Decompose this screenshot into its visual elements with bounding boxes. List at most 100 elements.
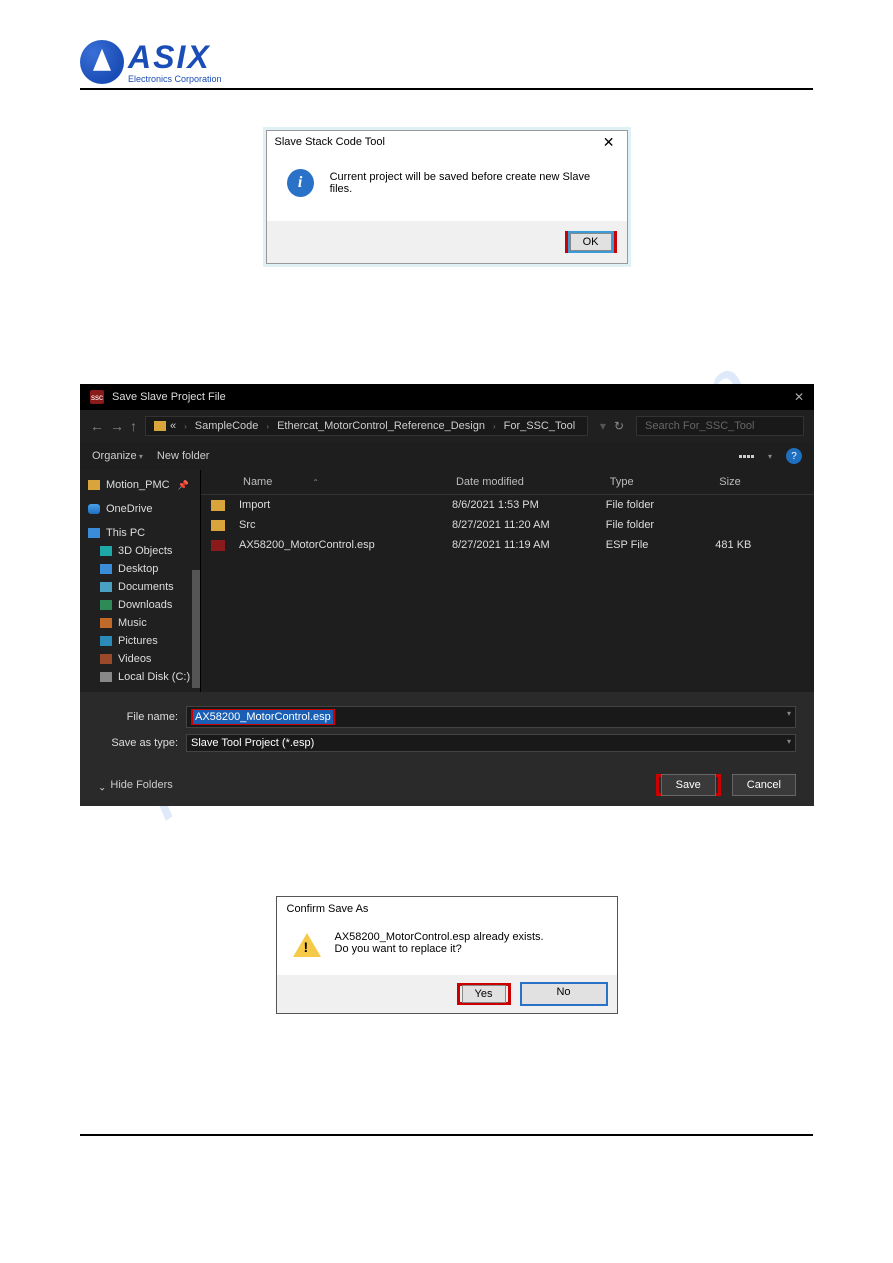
folder-icon: [211, 500, 225, 511]
sidebar-item-downloads[interactable]: Downloads: [80, 596, 200, 614]
file-type: ESP File: [606, 539, 710, 551]
search-input[interactable]: Search For_SSC_Tool: [636, 416, 804, 436]
sidebar-item-local-disk[interactable]: Local Disk (C:): [80, 668, 200, 686]
sidebar-item-label: 3D Objects: [118, 545, 172, 557]
sidebar-item-label: Desktop: [118, 563, 158, 575]
esp-file-icon: [211, 540, 225, 551]
nav-forward-icon[interactable]: →: [110, 418, 124, 434]
file-size: 481 KB: [715, 539, 804, 551]
folder-icon: [88, 480, 100, 490]
desktop-icon: [100, 564, 112, 574]
downloads-icon: [100, 600, 112, 610]
folder-icon: [154, 421, 166, 431]
sidebar-item-pictures[interactable]: Pictures: [80, 632, 200, 650]
save-type-select[interactable]: Slave Tool Project (*.esp) ▾: [186, 734, 796, 752]
page-header: ASIX Electronics Corporation: [80, 40, 813, 90]
column-size[interactable]: Size: [715, 474, 804, 490]
footer-divider: [80, 1134, 813, 1136]
file-name-input[interactable]: AX58200_MotorControl.esp ▾: [186, 706, 796, 728]
file-name-value: AX58200_MotorControl.esp: [193, 710, 333, 724]
file-name: AX58200_MotorControl.esp: [239, 539, 446, 551]
brand-logo: ASIX Electronics Corporation: [80, 40, 813, 84]
save-button[interactable]: Save: [661, 774, 716, 796]
file-row[interactable]: Src 8/27/2021 11:20 AM File folder: [201, 515, 814, 535]
pictures-icon: [100, 636, 112, 646]
sidebar-item-documents[interactable]: Documents: [80, 578, 200, 596]
file-name: Import: [239, 499, 446, 511]
brand-subtitle: Electronics Corporation: [128, 75, 222, 84]
crumb-1[interactable]: SampleCode: [195, 420, 259, 432]
info-dialog-message: Current project will be saved before cre…: [330, 171, 607, 195]
confirm-message-line2: Do you want to replace it?: [335, 943, 544, 955]
cancel-button[interactable]: Cancel: [732, 774, 796, 796]
save-type-label: Save as type:: [98, 737, 178, 749]
column-type[interactable]: Type: [606, 474, 710, 490]
file-name: Src: [239, 519, 446, 531]
refresh-icon[interactable]: ↻: [614, 419, 624, 433]
sidebar-item-label: This PC: [106, 527, 145, 539]
ok-highlight: OK: [565, 231, 617, 253]
documents-icon: [100, 582, 112, 592]
view-dropdown-icon[interactable]: ▾: [768, 452, 772, 461]
view-mode-icon[interactable]: [739, 455, 754, 458]
app-icon: ssc: [90, 390, 104, 404]
file-date: 8/6/2021 1:53 PM: [452, 499, 600, 511]
pin-icon: 📌: [178, 480, 189, 491]
save-file-dialog: ssc Save Slave Project File ✕ ← → ↑ «› S…: [80, 384, 814, 806]
help-icon[interactable]: ?: [786, 448, 802, 464]
sidebar-scrollbar[interactable]: [192, 570, 200, 688]
no-button[interactable]: No: [521, 983, 607, 1005]
brand-name: ASIX: [128, 41, 222, 73]
close-icon[interactable]: ✕: [794, 390, 804, 404]
sidebar-item-this-pc[interactable]: This PC: [80, 524, 200, 542]
file-name-label: File name:: [98, 711, 178, 723]
column-date[interactable]: Date modified: [452, 474, 600, 490]
yes-button[interactable]: Yes: [462, 985, 506, 1003]
crumb-root[interactable]: «: [170, 420, 176, 432]
sidebar-item-desktop[interactable]: Desktop: [80, 560, 200, 578]
sidebar-item-motion-pmc[interactable]: Motion_PMC 📌: [80, 476, 200, 494]
file-row[interactable]: AX58200_MotorControl.esp 8/27/2021 11:19…: [201, 535, 814, 555]
save-highlight: Save: [656, 774, 721, 796]
hide-folders-toggle[interactable]: Hide Folders: [98, 779, 173, 791]
column-name[interactable]: Name⌃: [239, 474, 446, 490]
sidebar-item-onedrive[interactable]: OneDrive: [80, 500, 200, 518]
dropdown-icon[interactable]: ▾: [600, 419, 606, 433]
videos-icon: [100, 654, 112, 664]
info-dialog-title: Slave Stack Code Tool: [275, 136, 385, 148]
music-icon: [100, 618, 112, 628]
save-dialog-title: Save Slave Project File: [112, 391, 226, 403]
sidebar-item-3d-objects[interactable]: 3D Objects: [80, 542, 200, 560]
folder-icon: [211, 520, 225, 531]
sidebar-item-label: Motion_PMC: [106, 479, 170, 491]
sort-icon: ⌃: [312, 478, 319, 487]
file-type: File folder: [606, 499, 710, 511]
dropdown-icon[interactable]: ▾: [787, 709, 791, 718]
sidebar-item-label: Pictures: [118, 635, 158, 647]
crumb-2[interactable]: Ethercat_MotorControl_Reference_Design: [277, 420, 485, 432]
confirm-message-line1: AX58200_MotorControl.esp already exists.: [335, 931, 544, 943]
sidebar-item-label: Documents: [118, 581, 174, 593]
breadcrumb[interactable]: «› SampleCode› Ethercat_MotorControl_Ref…: [145, 416, 588, 436]
cloud-icon: [88, 504, 100, 514]
sidebar-item-label: OneDrive: [106, 503, 152, 515]
warning-icon: [293, 933, 321, 957]
sidebar-item-videos[interactable]: Videos: [80, 650, 200, 668]
close-icon[interactable]: ✕: [599, 135, 619, 149]
ok-button[interactable]: OK: [570, 233, 612, 251]
nav-up-icon[interactable]: ↑: [130, 418, 137, 434]
file-date: 8/27/2021 11:20 AM: [452, 519, 600, 531]
yes-highlight: Yes: [457, 983, 511, 1005]
file-row[interactable]: Import 8/6/2021 1:53 PM File folder: [201, 495, 814, 515]
crumb-3[interactable]: For_SSC_Tool: [504, 420, 576, 432]
sidebar-item-music[interactable]: Music: [80, 614, 200, 632]
file-name-highlight: AX58200_MotorControl.esp: [191, 709, 335, 725]
save-type-value: Slave Tool Project (*.esp): [191, 737, 314, 749]
info-icon: i: [287, 169, 314, 197]
nav-back-icon[interactable]: ←: [90, 418, 104, 434]
organize-menu[interactable]: Organize: [92, 450, 143, 462]
sidebar: Motion_PMC📌 OneDrive This PC 3D Objects …: [80, 470, 201, 692]
new-folder-button[interactable]: New folder: [157, 450, 210, 462]
dropdown-icon[interactable]: ▾: [787, 737, 791, 746]
info-dialog: Slave Stack Code Tool ✕ i Current projec…: [266, 130, 628, 264]
